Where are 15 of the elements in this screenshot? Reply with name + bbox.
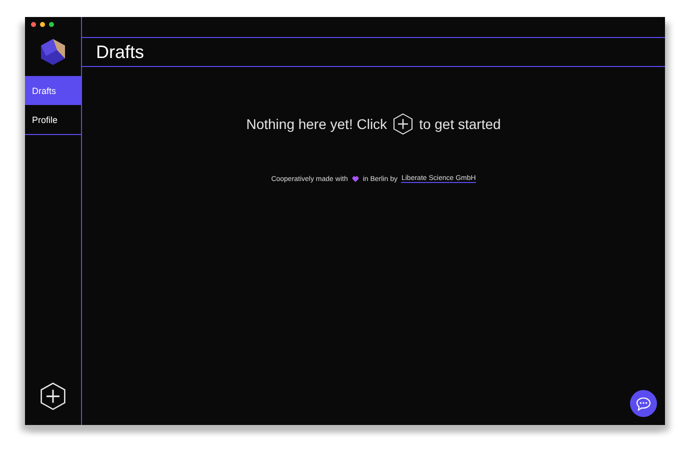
sidebar-item[interactable]: Drafts bbox=[25, 76, 81, 105]
add-button[interactable] bbox=[40, 382, 66, 411]
zoom-dot[interactable] bbox=[49, 22, 54, 27]
hexagon-logo-icon bbox=[40, 38, 66, 66]
chat-bubble-icon bbox=[636, 396, 651, 410]
empty-message: to get started bbox=[419, 116, 501, 132]
sidebar-item[interactable]: Profile bbox=[25, 105, 81, 134]
plus-hexagon-icon bbox=[393, 113, 414, 135]
heart-icon bbox=[352, 176, 359, 182]
minimize-dot[interactable] bbox=[40, 22, 45, 27]
chat-button[interactable] bbox=[630, 390, 657, 417]
plus-hexagon-icon bbox=[40, 382, 66, 411]
empty-message: Nothing here yet! Click bbox=[246, 116, 388, 132]
page-title: Drafts bbox=[96, 42, 144, 62]
close-dot[interactable] bbox=[31, 22, 36, 27]
